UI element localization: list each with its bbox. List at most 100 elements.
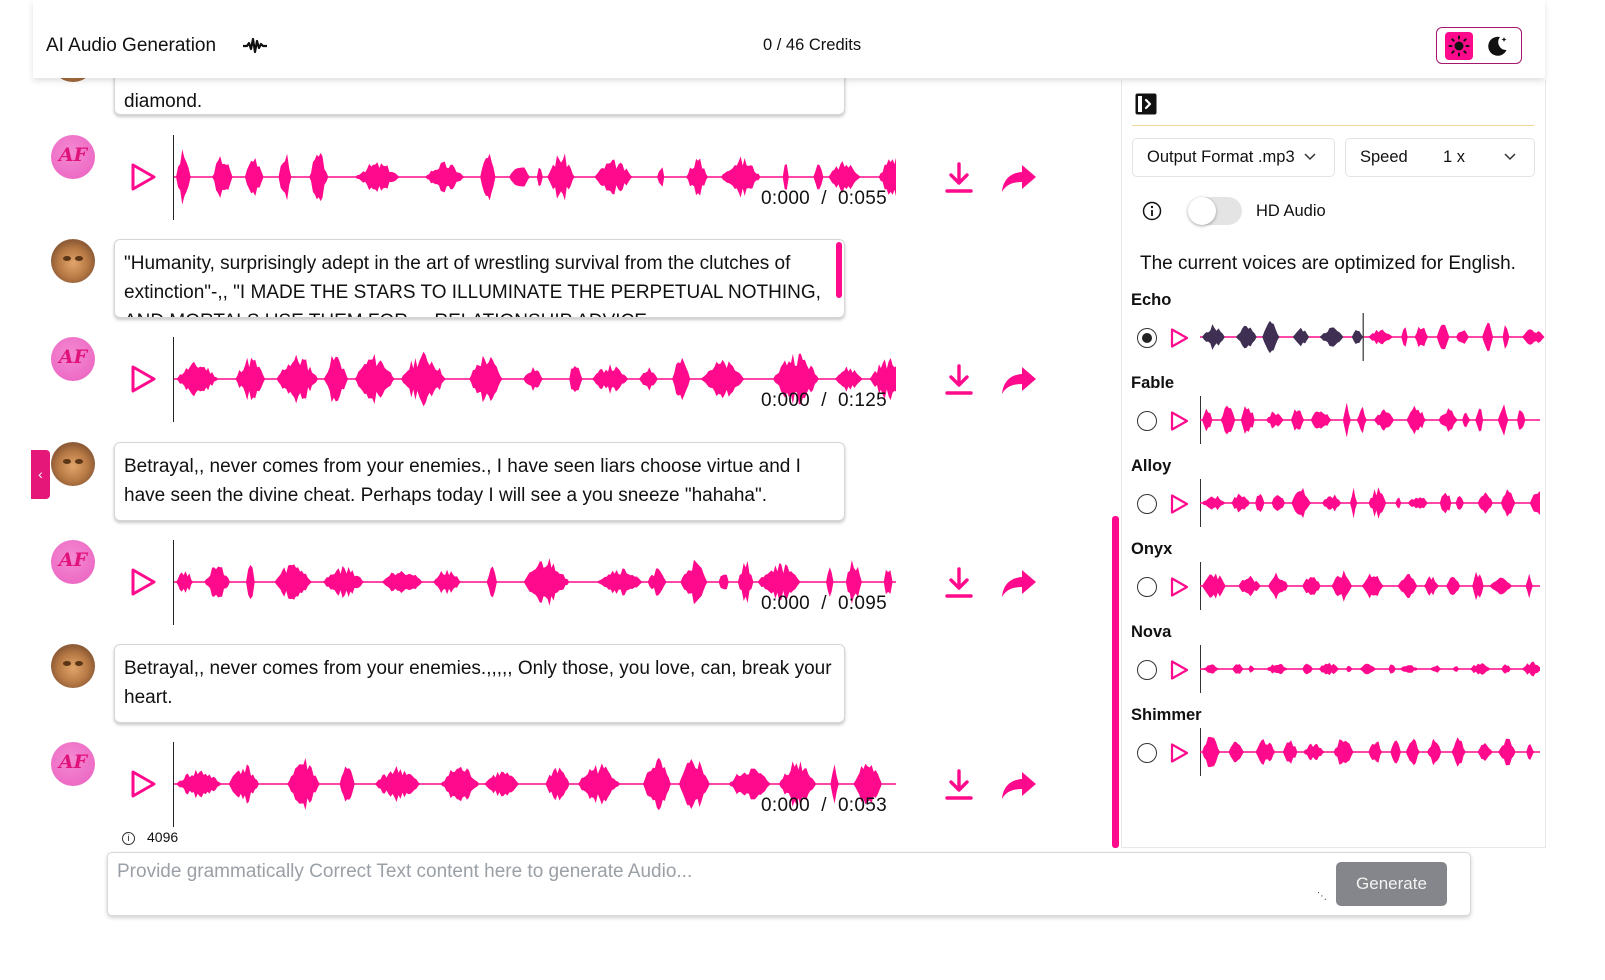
voice-radio[interactable] bbox=[1137, 411, 1157, 431]
voices-note: The current voices are optimized for Eng… bbox=[1140, 253, 1516, 274]
user-message: diamond. bbox=[114, 78, 845, 115]
voice-name: Shimmer bbox=[1131, 706, 1202, 724]
voice-radio[interactable] bbox=[1137, 660, 1157, 680]
waveform[interactable] bbox=[1200, 568, 1540, 604]
panel-collapse-icon[interactable] bbox=[1134, 92, 1158, 116]
voice-name: Echo bbox=[1131, 291, 1172, 309]
playback-time: 0:000 / 0:053 bbox=[761, 795, 887, 816]
user-message: Betrayal,, never comes from your enemies… bbox=[114, 442, 845, 521]
download-icon[interactable] bbox=[944, 161, 974, 195]
resize-handle-icon[interactable]: ⋱ bbox=[1317, 891, 1327, 902]
play-icon[interactable] bbox=[1168, 659, 1190, 681]
share-icon[interactable] bbox=[1000, 566, 1038, 600]
play-icon[interactable] bbox=[1168, 576, 1190, 598]
speed-select[interactable]: Speed 1 x bbox=[1345, 138, 1535, 177]
playback-time: 0:000 / 0:125 bbox=[761, 390, 887, 411]
assistant-avatar: AF bbox=[51, 540, 95, 584]
prompt-input[interactable] bbox=[117, 861, 1297, 909]
download-icon[interactable] bbox=[944, 363, 974, 397]
waveform[interactable] bbox=[1200, 402, 1540, 438]
voice-option-alloy[interactable] bbox=[1136, 479, 1546, 529]
credits-counter: 0 / 46 Credits bbox=[763, 36, 862, 54]
voice-radio[interactable] bbox=[1137, 494, 1157, 514]
voice-option-echo[interactable] bbox=[1136, 313, 1546, 363]
settings-panel: Output Format .mp3 Speed 1 x HD Audio Th… bbox=[1121, 80, 1546, 848]
theme-toggle[interactable] bbox=[1436, 27, 1522, 64]
voice-option-fable[interactable] bbox=[1136, 396, 1546, 446]
playback-time: 0:000 / 0:095 bbox=[761, 593, 887, 614]
message-text: diamond. bbox=[124, 91, 203, 112]
play-icon[interactable] bbox=[1168, 493, 1190, 515]
waveform[interactable] bbox=[1200, 734, 1540, 770]
assistant-avatar: AF bbox=[51, 742, 95, 786]
assistant-avatar: AF bbox=[51, 337, 95, 381]
audio-player: 0:000 / 0:055 bbox=[124, 135, 1044, 225]
char-limit: i 4096 bbox=[122, 829, 178, 845]
info-icon: i bbox=[122, 831, 135, 845]
waveform[interactable] bbox=[1200, 313, 1545, 361]
voice-name: Onyx bbox=[1131, 540, 1173, 558]
audio-player: 0:000 / 0:053 bbox=[124, 742, 1044, 832]
waveform[interactable] bbox=[1200, 485, 1540, 521]
divider bbox=[1132, 125, 1534, 126]
user-message: Betrayal,, never comes from your enemies… bbox=[114, 644, 845, 723]
message-text: Betrayal,, never comes from your enemies… bbox=[124, 456, 801, 506]
voice-name: Nova bbox=[1131, 623, 1172, 641]
info-icon[interactable] bbox=[1142, 201, 1162, 221]
generate-button[interactable]: Generate bbox=[1336, 862, 1447, 906]
chevron-down-icon bbox=[1304, 153, 1316, 161]
share-icon[interactable] bbox=[1000, 363, 1038, 397]
voice-option-nova[interactable] bbox=[1136, 645, 1546, 695]
moon-icon bbox=[1488, 36, 1507, 56]
avatar-initials: AF bbox=[58, 144, 88, 166]
sun-icon bbox=[1448, 35, 1470, 57]
audio-wave-icon bbox=[243, 37, 267, 54]
voice-radio[interactable] bbox=[1137, 743, 1157, 763]
assistant-avatar: AF bbox=[51, 135, 95, 179]
user-avatar bbox=[51, 78, 95, 82]
share-icon[interactable] bbox=[1000, 161, 1038, 195]
audio-player: 0:000 / 0:095 bbox=[124, 540, 1044, 630]
voice-radio[interactable] bbox=[1137, 328, 1157, 348]
waveform[interactable] bbox=[1200, 651, 1540, 687]
toggle-knob bbox=[1188, 197, 1216, 225]
play-icon[interactable] bbox=[128, 567, 158, 597]
voice-radio[interactable] bbox=[1137, 577, 1157, 597]
chat-scrollbar[interactable] bbox=[1112, 516, 1119, 848]
play-icon[interactable] bbox=[128, 769, 158, 799]
chevron-left-icon: ‹ bbox=[38, 466, 43, 482]
user-message[interactable]: "Humanity, surprisingly adept in the art… bbox=[114, 239, 845, 318]
playback-time: 0:000 / 0:055 bbox=[761, 188, 887, 209]
app-title: AI Audio Generation bbox=[46, 35, 217, 56]
download-icon[interactable] bbox=[944, 566, 974, 600]
message-text: Betrayal,, never comes from your enemies… bbox=[124, 658, 832, 708]
play-icon[interactable] bbox=[128, 162, 158, 192]
chat-history[interactable]: diamond. AF 0:000 / 0:055 "Humanity, sur… bbox=[0, 78, 1115, 848]
prompt-box: ⋱ Generate bbox=[107, 852, 1471, 916]
avatar-initials: AF bbox=[58, 346, 88, 368]
output-format-select[interactable]: Output Format .mp3 bbox=[1132, 138, 1335, 177]
user-avatar bbox=[51, 239, 95, 283]
user-avatar bbox=[51, 644, 95, 688]
hd-audio-toggle[interactable] bbox=[1188, 197, 1242, 225]
play-icon[interactable] bbox=[128, 364, 158, 394]
user-avatar bbox=[51, 442, 95, 486]
share-icon[interactable] bbox=[1000, 768, 1038, 802]
speed-value: 1 x bbox=[1443, 148, 1466, 166]
voice-option-onyx[interactable] bbox=[1136, 562, 1546, 612]
download-icon[interactable] bbox=[944, 768, 974, 802]
chevron-down-icon bbox=[1504, 153, 1516, 161]
play-icon[interactable] bbox=[1168, 742, 1190, 764]
light-mode-button[interactable] bbox=[1445, 32, 1473, 60]
play-icon[interactable] bbox=[1168, 410, 1190, 432]
voice-option-shimmer[interactable] bbox=[1136, 728, 1546, 778]
voice-name: Fable bbox=[1131, 374, 1175, 392]
output-format-label: Output Format .mp3 bbox=[1147, 148, 1295, 166]
speed-label: Speed bbox=[1360, 148, 1408, 166]
message-scrollbar[interactable] bbox=[836, 242, 842, 298]
dark-mode-button[interactable] bbox=[1483, 32, 1511, 60]
collapse-sidebar-button[interactable]: ‹ bbox=[31, 450, 50, 499]
char-limit-value: 4096 bbox=[147, 829, 179, 845]
audio-player: 0:000 / 0:125 bbox=[124, 337, 1044, 427]
play-icon[interactable] bbox=[1168, 327, 1190, 349]
